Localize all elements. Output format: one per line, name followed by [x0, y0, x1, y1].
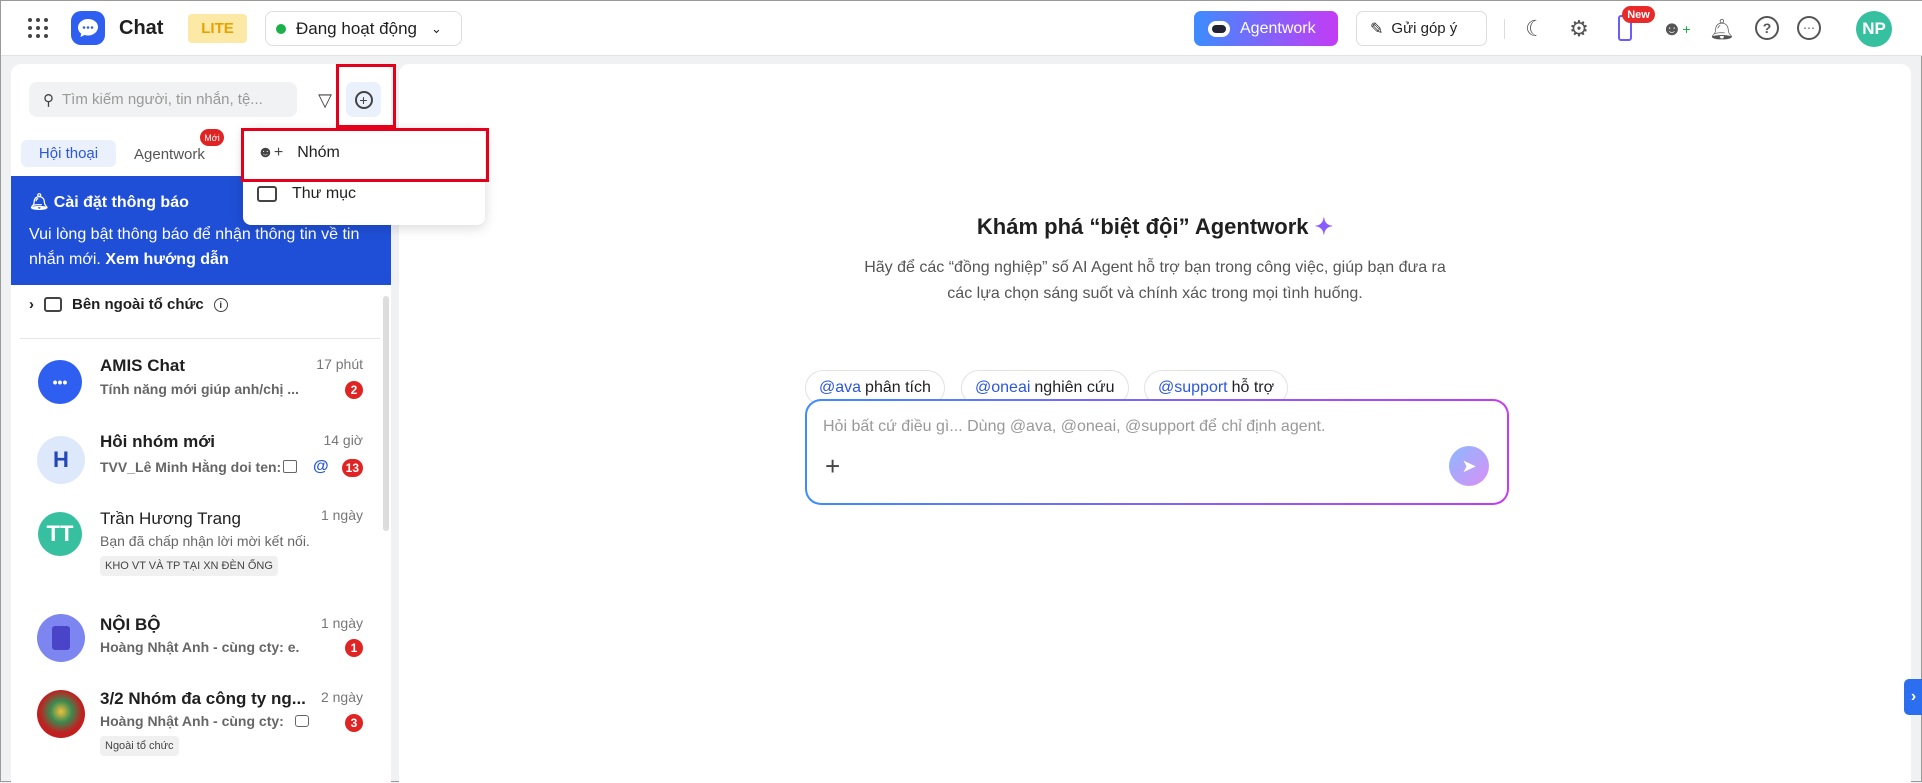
feedback-icon: ✎ — [1370, 20, 1384, 38]
org-tag: Ngoài tổ chức — [100, 736, 179, 756]
conversation-preview: Hoàng Nhật Anh - cùng cty: — [100, 713, 284, 729]
more-options-icon[interactable]: ⋯ — [1797, 16, 1821, 40]
folder-icon — [44, 297, 62, 312]
chip-text: hỗ trợ — [1231, 379, 1275, 396]
search-icon: ⚲ — [43, 91, 54, 109]
new-tab-badge: Mới — [200, 129, 224, 146]
settings-gear-icon[interactable]: ⚙ — [1565, 15, 1593, 43]
apps-grid-icon[interactable] — [25, 15, 51, 41]
conversation-preview: Tính năng mới giúp anh/chị ... — [100, 381, 299, 397]
prompt-input[interactable]: Hỏi bất cứ điều gì... Dùng @ava, @oneai,… — [823, 418, 1325, 436]
conversation-name: NỘI BỘ — [100, 615, 161, 634]
agent-prompt-box[interactable]: Hỏi bất cứ điều gì... Dùng @ava, @oneai,… — [805, 399, 1509, 505]
amis-chat-avatar: ••• — [38, 360, 82, 404]
internal-group-avatar — [37, 614, 85, 662]
highlight-group-item — [241, 128, 489, 182]
guide-link[interactable]: Xem hướng dẫn — [105, 251, 228, 268]
agentwork-button[interactable]: Agentwork — [1194, 11, 1338, 46]
search-input[interactable]: ⚲ Tìm kiếm người, tin nhắn, tệ... — [29, 82, 297, 117]
agentwork-label: Agentwork — [1240, 19, 1316, 37]
contact-avatar: TT — [38, 512, 82, 556]
menu-item-label: Thư mục — [292, 185, 357, 202]
bell-icon: 🔔︎ — [29, 194, 54, 211]
image-icon — [283, 460, 297, 473]
feedback-button[interactable]: ✎ Gửi góp ý — [1356, 11, 1487, 46]
org-tag: KHO VT VÀ TP TẠI XN ĐÈN ỐNG — [100, 556, 278, 576]
conversation-time: 2 ngày — [320, 689, 363, 705]
subtitle-line: Hãy để các “đồng nghiệp” số AI Agent hỗ … — [864, 259, 1446, 276]
conversation-preview: Hoàng Nhật Anh - cùng cty: e. — [100, 639, 300, 655]
title-text: Khám phá “biệt đội” Agentwork — [976, 214, 1309, 239]
conversation-preview: Bạn đã chấp nhận lời mời kết nối. — [100, 533, 310, 549]
conversation-item[interactable]: 3/2 Nhóm đa công ty ng... 2 ngày Hoàng N… — [11, 686, 391, 776]
app-title: Chat — [119, 17, 164, 39]
main-panel: Khám phá “biệt đội” Agentwork ✦ Hãy để c… — [399, 64, 1911, 783]
conversation-name: 3/2 Nhóm đa công ty ng... — [100, 689, 306, 708]
chip-mention: @oneai — [975, 379, 1031, 396]
add-contact-icon[interactable]: ☻ + — [1661, 15, 1691, 43]
highlight-create-button — [336, 64, 396, 128]
search-placeholder: Tìm kiếm người, tin nhắn, tệ... — [62, 91, 263, 108]
status-dot-icon — [276, 23, 286, 34]
folder-label: Bên ngoài tổ chức — [72, 296, 204, 313]
divider — [20, 338, 380, 339]
agentwork-title: Khám phá “biệt đội” Agentwork ✦ — [399, 214, 1911, 240]
conversation-item[interactable]: TT Trần Hương Trang 1 ngày Bạn đã chấp n… — [11, 504, 391, 594]
divider — [1504, 19, 1505, 39]
notification-bell-icon[interactable]: 🔔︎ — [1708, 15, 1736, 43]
unread-badge: 1 — [345, 639, 363, 657]
group-photo-avatar — [37, 690, 85, 738]
sparkle-icon: ✦ — [1314, 214, 1334, 239]
chip-text: phân tích — [865, 379, 931, 396]
unread-badge: 2 — [345, 381, 363, 399]
chevron-down-icon: ⌄ — [431, 20, 442, 36]
dark-mode-moon-icon[interactable]: ☾ — [1521, 15, 1549, 43]
robot-icon — [1208, 20, 1230, 37]
conversation-preview: TVV_Lê Minh Hằng doi ten: — [100, 459, 282, 475]
conversation-time: 14 giờ — [323, 432, 363, 448]
video-icon — [295, 715, 309, 727]
help-icon[interactable]: ? — [1755, 16, 1779, 40]
conversation-item[interactable]: ••• AMIS Chat 17 phút Tính năng mới giúp… — [11, 352, 391, 422]
unread-badge: 13 — [341, 459, 363, 477]
conversation-time: 17 phút — [316, 356, 363, 372]
status-label: Đang hoạt động — [296, 18, 417, 38]
folder-outside-org[interactable]: › Bên ngoài tổ chức i — [29, 296, 228, 313]
subtitle-line: các lựa chọn sáng suốt và chính xác tron… — [947, 285, 1363, 302]
conversation-name: Trần Hương Trang — [100, 509, 241, 528]
agentwork-subtitle: Hãy để các “đồng nghiệp” số AI Agent hỗ … — [399, 255, 1911, 307]
folder-icon — [257, 186, 277, 202]
status-dropdown[interactable]: Đang hoạt động ⌄ — [265, 11, 462, 46]
unread-badge: 3 — [345, 714, 363, 732]
chip-mention: @support — [1158, 379, 1228, 396]
tab-hoi-thoai[interactable]: Hội thoại — [21, 140, 116, 167]
filter-icon[interactable]: ▽ — [313, 88, 337, 112]
chip-mention: @ava — [819, 379, 862, 396]
plan-badge: LITE — [188, 14, 247, 43]
conversation-time: 1 ngày — [320, 615, 363, 631]
conversation-name: AMIS Chat — [100, 356, 185, 375]
mention-icon: @ — [313, 458, 329, 475]
top-header: Chat LITE Đang hoạt động ⌄ Agentwork ✎ Gử… — [1, 1, 1922, 56]
group-avatar: H — [37, 436, 85, 484]
conversation-item[interactable]: NỘI BỘ 1 ngày Hoàng Nhật Anh - cùng cty:… — [11, 612, 391, 682]
chat-logo-icon — [71, 11, 105, 45]
chip-text: nghiên cứu — [1034, 379, 1115, 396]
banner-title: Cài đặt thông báo — [53, 194, 189, 211]
user-avatar[interactable]: NP — [1856, 11, 1892, 47]
conversation-item[interactable]: H Hôi nhóm mới 14 giờ TVV_Lê Minh Hằng d… — [11, 428, 391, 498]
chevron-right-icon: › — [29, 296, 34, 313]
expand-panel-button[interactable]: › — [1904, 679, 1922, 715]
attach-plus-icon[interactable]: + — [825, 451, 840, 482]
info-icon: i — [213, 297, 228, 312]
conversation-name: Hôi nhóm mới — [100, 432, 216, 451]
send-icon[interactable]: ➤ — [1449, 446, 1489, 486]
tab-agentwork[interactable]: Agentwork — [134, 146, 205, 163]
new-badge: New — [1622, 6, 1655, 23]
feedback-label: Gửi góp ý — [1391, 20, 1458, 37]
conversation-time: 1 ngày — [320, 507, 363, 523]
